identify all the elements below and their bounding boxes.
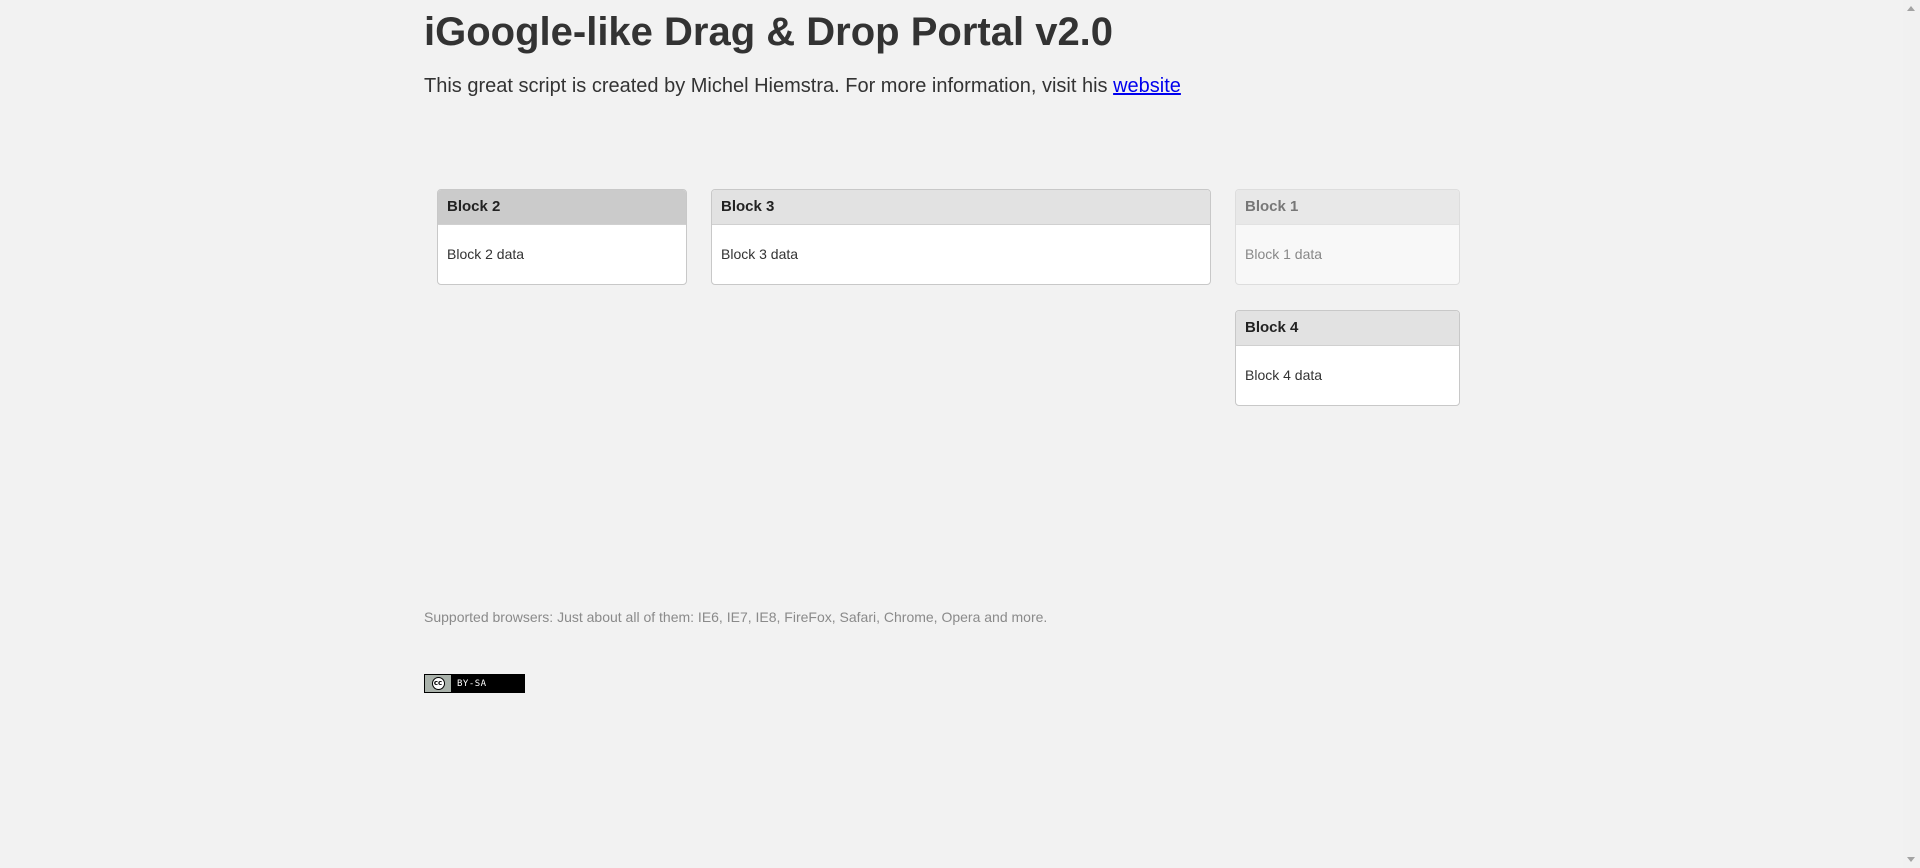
vertical-scrollbar[interactable] (1903, 0, 1920, 868)
license-badge[interactable]: cc BY-SA (424, 674, 525, 693)
block-4-header[interactable]: Block 4 (1236, 311, 1459, 346)
license-badge-label: BY-SA (457, 678, 487, 689)
block-2-header[interactable]: Block 2 (438, 190, 686, 225)
block-4-content: Block 4 data (1245, 367, 1323, 383)
website-link[interactable]: website (1113, 75, 1181, 97)
intro-text: This great script is created by Michel H… (424, 74, 1181, 98)
scroll-down-arrow-icon[interactable] (1907, 857, 1915, 862)
block-3[interactable]: Block 3 Block 3 data (711, 189, 1211, 285)
cc-icon: cc (431, 677, 445, 690)
block-1-content: Block 1 data (1245, 246, 1323, 262)
block-4[interactable]: Block 4 Block 4 data (1235, 310, 1460, 406)
supported-browsers-note: Supported browsers: Just about all of th… (424, 609, 1048, 625)
block-1[interactable]: Block 1 Block 1 data (1235, 189, 1460, 285)
intro-label: This great script is created by Michel H… (424, 75, 1114, 97)
page-title: iGoogle-like Drag & Drop Portal v2.0 (424, 10, 1114, 54)
block-3-header[interactable]: Block 3 (712, 190, 1210, 225)
block-2-content: Block 2 data (447, 246, 525, 262)
cc-logo-area: cc (425, 675, 451, 692)
block-1-header[interactable]: Block 1 (1236, 190, 1459, 225)
block-2[interactable]: Block 2 Block 2 data (437, 189, 687, 285)
scroll-up-arrow-icon[interactable] (1907, 6, 1915, 11)
block-3-content: Block 3 data (721, 246, 799, 262)
